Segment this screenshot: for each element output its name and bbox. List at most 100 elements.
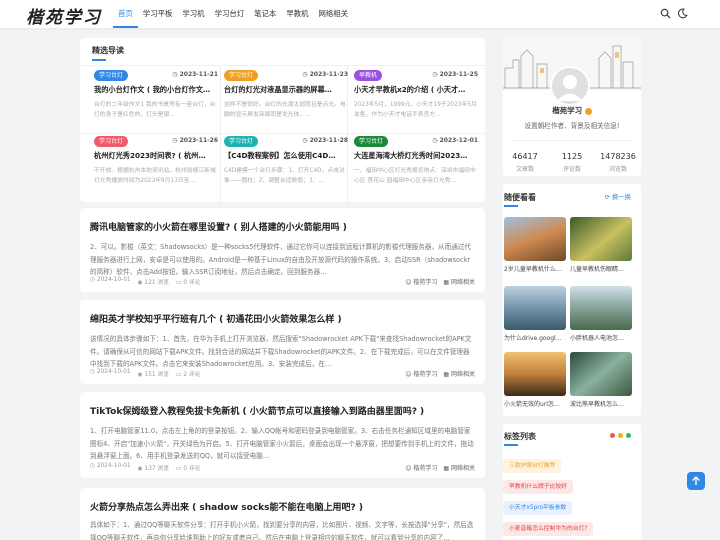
post-author[interactable]: ☺ 楷苑学习 (405, 277, 437, 286)
thumb-caption[interactable]: 2岁儿童早教机什么… (504, 264, 566, 273)
comment-count: ▭ 2 评论 (176, 372, 201, 378)
thumbnail-image[interactable] (504, 352, 566, 396)
post-title[interactable]: 火箭分享热点怎么弄出来 ( shadow socks能不能在电脑上用吧? ) (90, 500, 363, 513)
theme-toggle-icon[interactable] (677, 8, 688, 19)
nav-item-network[interactable]: 网络相关 (314, 0, 354, 28)
post-date: ◷ 2023-11-21 (172, 71, 218, 78)
stat-posts: 46417 文章数 (512, 152, 538, 173)
nav-item-tablet[interactable]: 学习平板 (138, 0, 178, 28)
featured-title[interactable]: 台灯的灯光对液晶显示器的屏幕… (224, 85, 348, 95)
thumbnail-image[interactable] (570, 286, 632, 330)
post-meta: ◷ 2024-10-01 ◉ 137 浏览 ▭ 0 评论 (90, 463, 200, 472)
thumbnail-image[interactable] (570, 352, 632, 396)
recommend-section: 随便看看 ⟳ 换一换 2岁儿童早教机什么… 儿童早教机伤眼睛… 为什么drive… (503, 184, 641, 416)
refresh-button[interactable]: ⟳ 换一换 (604, 192, 631, 201)
featured-item[interactable]: 学习台灯 ◷ 2023-12-01 大连星海湾大桥灯光秀时间2023… 一、福田… (354, 136, 478, 196)
tag-item[interactable]: 早教机什么牌子比较好 (503, 480, 573, 494)
featured-section: 精选导读 学习台灯 ◷ 2023-11-21 我的小台灯作文 ( 我的小台灯作文… (80, 38, 485, 202)
post-category[interactable]: ▦ 网络相关 (443, 277, 475, 286)
post-title[interactable]: 绵阳英才学校知乎平行班有几个 ( 初通花田小火箭效果怎么样 ) (90, 312, 342, 325)
category-badge[interactable]: 学习台灯 (94, 136, 129, 147)
tags-section: 标签列表 三款护眼台灯推荐 早教机什么牌子比较好 小天才x5pro平板参数 小麦… (503, 424, 641, 540)
featured-title[interactable]: 【C4D教程案例】怎么使用C4D… (224, 151, 348, 161)
category-badge[interactable]: 学习台灯 (224, 70, 259, 81)
post-card[interactable]: TikTok保姆级登入教程免拔卡免新机 ( 小火箭节点可以直接输入到路由器里面吗… (80, 392, 485, 478)
post-category[interactable]: ▦ 网络相关 (443, 369, 475, 378)
search-icon[interactable] (660, 8, 671, 19)
featured-desc: 不开放。根据杭州本地资讯站，杭州钱塘江新城灯光秀播放时间为2023年9月13日至… (94, 168, 216, 184)
post-date: ◷ 2023-11-28 (302, 137, 348, 144)
profile-desc: 设置朝栏作者、背景及相关信息! (524, 122, 620, 130)
featured-item[interactable]: 学习台灯 ◷ 2023-11-21 我的小台灯作文 ( 我的小台灯作文… 台灯的… (94, 70, 218, 130)
profile-name[interactable]: 楷苑学习 (503, 105, 641, 116)
thumb-caption[interactable]: 波比熊早教机怎么… (570, 399, 632, 408)
title-underline (92, 59, 106, 61)
back-to-top-button[interactable] (687, 472, 705, 490)
avatar[interactable] (550, 66, 590, 106)
post-meta: ◷ 2024-10-01 ◉ 121 浏览 ▭ 0 评论 (90, 277, 200, 286)
category-badge[interactable]: 学习台灯 (354, 136, 389, 147)
post-author[interactable]: ☺ 楷苑学习 (405, 369, 437, 378)
post-card[interactable]: 腾讯电脑管家的小火箭在哪里设置? ( 别人搭建的小火箭能用吗 ) 2、可以。影梭… (80, 208, 485, 292)
section-title: 精选导读 (92, 46, 124, 55)
post-category[interactable]: ▦ 网络相关 (443, 463, 475, 472)
tag-item[interactable]: 小麦音箱怎么控制华为的台灯? (503, 522, 594, 536)
category-badge[interactable]: 早教机 (354, 70, 383, 81)
nav-item-laptop[interactable]: 笔记本 (249, 0, 281, 28)
post-excerpt: 1、打开电脑管家11.0，点击左上角的的登录按钮。2、输入QQ帐号和密码登录到电… (90, 427, 474, 461)
featured-item[interactable]: 早教机 ◷ 2023-11-25 小天才早教机x2的介绍 ( 小天才… 2023… (354, 70, 478, 130)
featured-item[interactable]: 学习台灯 ◷ 2023-11-26 杭州灯光秀2023时间表? ( 杭州… 不开… (94, 136, 218, 196)
featured-title[interactable]: 杭州灯光秀2023时间表? ( 杭州… (94, 151, 218, 161)
site-logo[interactable]: 楷苑学习 (26, 3, 102, 28)
post-date: ◷ 2023-11-23 (302, 71, 348, 78)
top-header: 楷苑学习 首页 学习平板 学习机 学习台灯 笔记本 早教机 网络相关 (0, 0, 720, 28)
verified-badge-icon (584, 107, 592, 115)
post-title[interactable]: TikTok保姆级登入教程免拔卡免新机 ( 小火箭节点可以直接输入到路由器里面吗… (90, 404, 424, 417)
post-meta-right: ☺ 楷苑学习 ▦ 网络相关 (405, 463, 475, 472)
view-count: ◉ 151 浏览 (137, 372, 170, 378)
thumb-caption[interactable]: 为什么drive.googl… (504, 333, 566, 342)
thumbnail-image[interactable] (504, 217, 566, 261)
tag-item[interactable]: 三款护眼台灯推荐 (503, 459, 562, 473)
featured-title[interactable]: 我的小台灯作文 ( 我的小台灯作文… (94, 85, 218, 95)
post-date: ◷ 2023-12-01 (432, 137, 478, 144)
category-badge[interactable]: 学习台灯 (224, 136, 259, 147)
nav-item-early-education[interactable]: 早教机 (281, 0, 313, 28)
thumbnail-image[interactable] (570, 217, 632, 261)
tag-item[interactable]: 小天才x5pro平板参数 (503, 501, 573, 515)
title-underline (504, 205, 518, 207)
post-date: ◷ 2024-10-01 (90, 463, 131, 469)
stat-comments: 1125 评论数 (561, 152, 583, 173)
featured-title[interactable]: 小天才早教机x2的介绍 ( 小天才… (354, 85, 478, 95)
section-title: 随便看看 (504, 193, 536, 202)
thumb-caption[interactable]: 小胖机器人电池怎… (570, 333, 632, 342)
featured-title[interactable]: 大连星海湾大桥灯光秀时间2023… (354, 151, 478, 161)
title-underline (504, 444, 518, 446)
comment-count: ▭ 0 评论 (176, 466, 201, 472)
post-card[interactable]: 绵阳英才学校知乎平行班有几个 ( 初通花田小火箭效果怎么样 ) 该情况的具体步骤… (80, 300, 485, 384)
window-dots (610, 433, 631, 438)
post-date: ◷ 2024-10-01 (90, 369, 131, 375)
nav-item-learning-machine[interactable]: 学习机 (177, 0, 209, 28)
nav-item-desk-lamp[interactable]: 学习台灯 (210, 0, 250, 28)
featured-desc: C4D建模一个台灯步骤：1、打开C4D，点击对象——圆柱；2、调整合适数值；3、… (224, 168, 345, 184)
featured-item[interactable]: 学习台灯 ◷ 2023-11-28 【C4D教程案例】怎么使用C4D… C4D建… (224, 136, 348, 196)
view-count: ◉ 137 浏览 (137, 466, 170, 472)
post-date: ◷ 2024-10-01 (90, 277, 131, 283)
post-title[interactable]: 腾讯电脑管家的小火箭在哪里设置? ( 别人搭建的小火箭能用吗 ) (90, 220, 347, 233)
thumb-caption[interactable]: 儿童早教机伤眼睛… (570, 264, 632, 273)
post-excerpt: 2、可以。影梭（英文：Shadowsocks）是一种socks5代理软件，通过它… (90, 243, 472, 277)
post-card[interactable]: 火箭分享热点怎么弄出来 ( shadow socks能不能在电脑上用吧? ) 具… (80, 488, 485, 540)
main-nav: 首页 学习平板 学习机 学习台灯 笔记本 早教机 网络相关 (113, 0, 353, 28)
category-badge[interactable]: 学习台灯 (94, 70, 129, 81)
thumbnail-image[interactable] (504, 286, 566, 330)
post-excerpt: 该情况的具体步骤如下：1、首先，在华为手机上打开浏览器，然后搜索"Shadowr… (90, 335, 472, 369)
featured-desc: 这样不是很好。台灯的光源太弱而且是点光。电脑的显示屏发亮面而是发光体，… (224, 102, 346, 118)
featured-item[interactable]: 学习台灯 ◷ 2023-11-23 台灯的灯光对液晶显示器的屏幕… 这样不是很好… (224, 70, 348, 130)
view-count: ◉ 121 浏览 (137, 280, 170, 286)
post-author[interactable]: ☺ 楷苑学习 (405, 463, 437, 472)
post-meta: ◷ 2024-10-01 ◉ 151 浏览 ▭ 2 评论 (90, 369, 200, 378)
nav-item-home[interactable]: 首页 (113, 0, 138, 28)
user-icon (557, 75, 583, 101)
thumb-caption[interactable]: 小火箭无效的url怎… (504, 399, 566, 408)
